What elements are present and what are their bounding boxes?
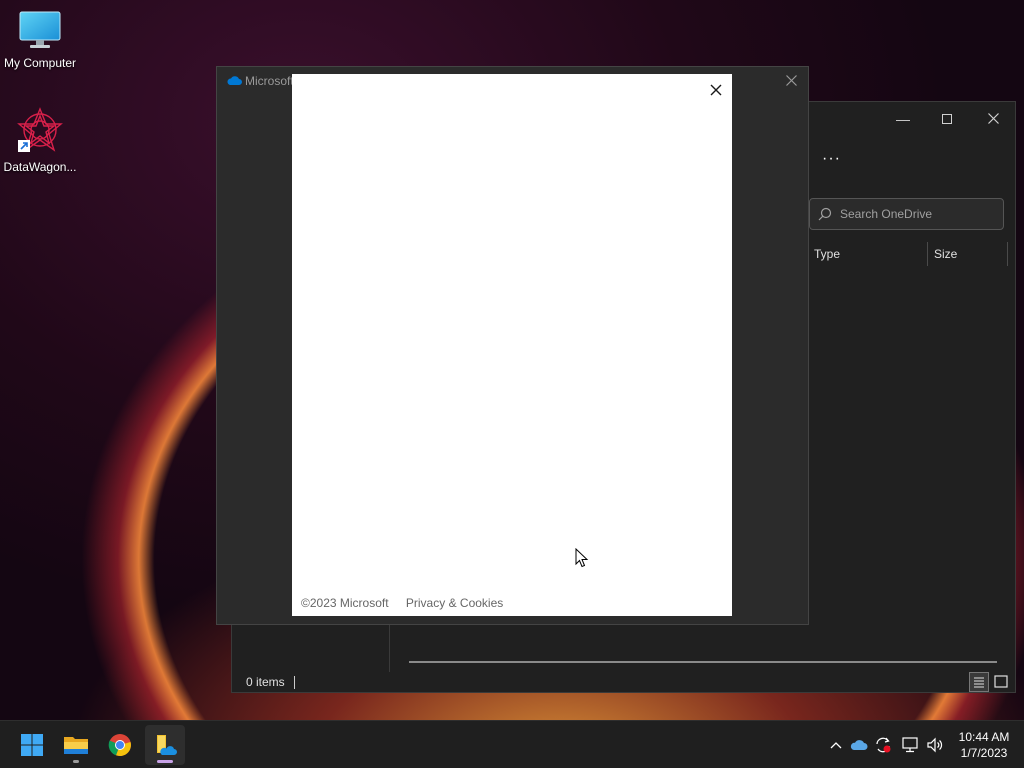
- taskbar-file-explorer[interactable]: [56, 725, 96, 765]
- chrome-icon: [108, 734, 131, 757]
- search-box[interactable]: Search OneDrive: [809, 198, 1004, 230]
- windows-logo-icon: [21, 734, 43, 756]
- clock-date: 1/7/2023: [960, 746, 1008, 760]
- close-icon: [710, 84, 722, 96]
- close-icon: [987, 113, 999, 124]
- desktop-icon-my-computer[interactable]: My Computer: [0, 10, 80, 70]
- sync-error-icon: [876, 737, 891, 753]
- clock-time: 10:44 AM: [958, 730, 1010, 744]
- desktop-icon-label: DataWagon...: [3, 160, 77, 174]
- maximize-button[interactable]: [932, 108, 962, 130]
- onedrive-cloud-icon: [227, 76, 242, 85]
- navigation-pane: [232, 622, 390, 672]
- active-indicator: [157, 760, 173, 763]
- taskbar-chrome[interactable]: [100, 725, 140, 765]
- status-divider: [294, 676, 295, 689]
- onedrive-setup-icon: [157, 735, 177, 755]
- tray-volume[interactable]: [925, 735, 945, 755]
- onedrive-cloud-icon: [850, 740, 868, 750]
- desktop-icon-label: My Computer: [3, 56, 77, 70]
- monitor-icon: [19, 11, 61, 48]
- search-input[interactable]: Search OneDrive: [840, 207, 932, 221]
- datawagon-logo-icon: [17, 107, 63, 152]
- minimize-button[interactable]: —: [888, 108, 918, 130]
- column-header-size[interactable]: Size: [934, 242, 957, 266]
- more-options-button[interactable]: ···: [822, 150, 841, 168]
- details-view-button[interactable]: [969, 672, 989, 692]
- folder-icon: [64, 737, 88, 754]
- panel-footer: ©2023 Microsoft Privacy & Cookies: [301, 596, 517, 610]
- status-item-count: 0 items: [246, 675, 285, 689]
- dialog-title: Microsoft: [245, 74, 294, 88]
- desktop-icon-datawagon[interactable]: DataWagon...: [0, 106, 80, 174]
- privacy-cookies-link[interactable]: Privacy & Cookies: [406, 596, 503, 610]
- taskbar-clock[interactable]: 10:44 AM 1/7/2023: [948, 729, 1020, 761]
- column-divider[interactable]: [1007, 242, 1008, 266]
- close-button[interactable]: [978, 108, 1008, 130]
- tray-sync-error[interactable]: [873, 735, 893, 755]
- horizontal-scrollbar[interactable]: [409, 661, 997, 663]
- taskbar: 10:44 AM 1/7/2023: [0, 720, 1024, 768]
- dialog-close-button[interactable]: [780, 71, 802, 91]
- column-header-type[interactable]: Type: [814, 242, 840, 266]
- minimize-icon: —: [896, 111, 910, 127]
- search-icon: [818, 207, 832, 221]
- tray-onedrive[interactable]: [849, 735, 869, 755]
- tiles-view-icon: [994, 675, 1008, 688]
- speaker-icon: [927, 737, 943, 753]
- chevron-up-icon: [830, 742, 842, 749]
- start-button[interactable]: [12, 725, 52, 765]
- panel-close-button[interactable]: [706, 80, 726, 100]
- tiles-view-button[interactable]: [991, 672, 1011, 692]
- maximize-icon: [942, 114, 952, 124]
- list-view-icon: [974, 677, 984, 688]
- tray-network[interactable]: [900, 735, 920, 755]
- close-icon: [785, 75, 797, 86]
- network-icon: [902, 737, 918, 753]
- copyright-text: ©2023 Microsoft: [301, 596, 389, 610]
- mouse-cursor-icon: [575, 548, 589, 568]
- taskbar-onedrive-setup[interactable]: [145, 725, 185, 765]
- show-hidden-icons-button[interactable]: [826, 735, 846, 755]
- column-divider[interactable]: [927, 242, 928, 266]
- sign-in-panel: ©2023 Microsoft Privacy & Cookies: [292, 74, 732, 616]
- running-indicator: [73, 760, 79, 763]
